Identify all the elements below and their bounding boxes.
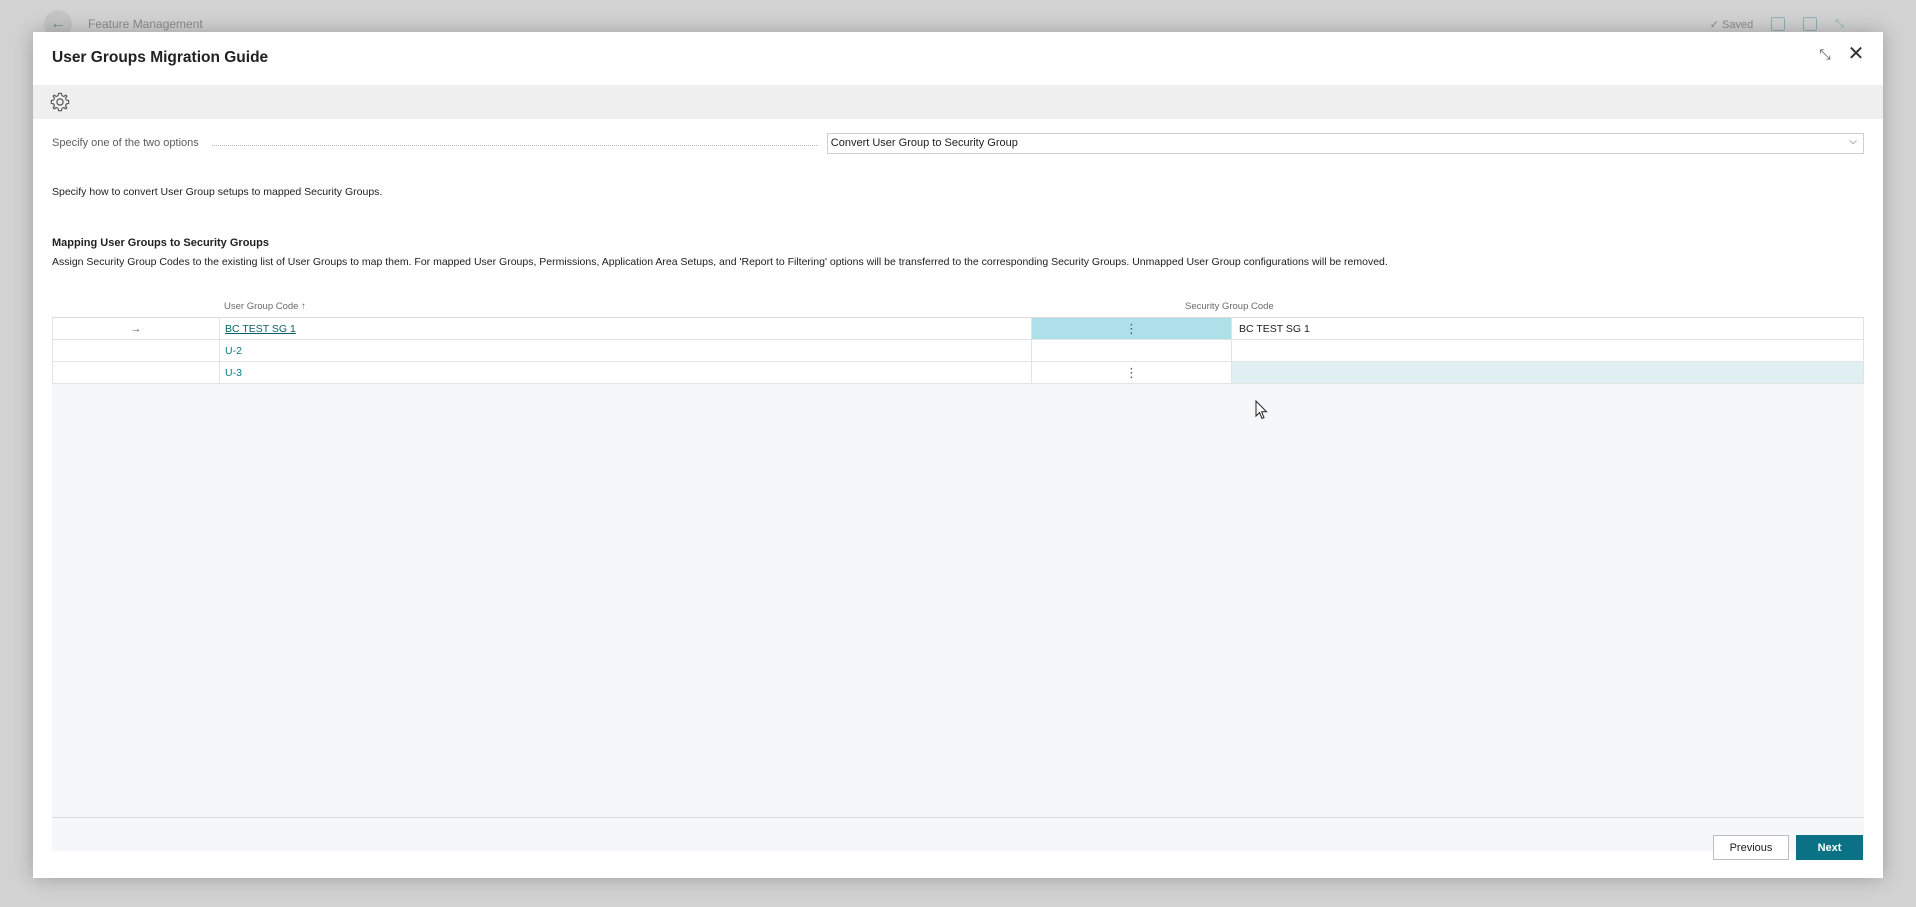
option-description: Specify how to convert User Group setups…	[52, 186, 383, 198]
section-title: Mapping User Groups to Security Groups	[52, 237, 269, 249]
user-group-code-cell[interactable]: BC TEST SG 1	[220, 318, 1032, 339]
chevron-down-icon: ⌵	[1849, 135, 1857, 147]
gear-icon[interactable]	[49, 91, 71, 113]
collapse-icon[interactable]: ⤡	[1817, 46, 1833, 62]
option-label: Specify one of the two options	[52, 137, 817, 149]
security-group-code-cell[interactable]	[1232, 362, 1863, 383]
row-actions-menu-icon[interactable]	[1032, 340, 1232, 361]
security-group-code-cell[interactable]: BC TEST SG 1	[1232, 318, 1863, 339]
close-icon[interactable]: ✕	[1847, 44, 1865, 64]
action-bar	[33, 85, 1883, 119]
mapping-grid: User Group Code ↑ Security Group Code → …	[52, 297, 1864, 851]
row-arrow-icon	[53, 362, 220, 383]
section-description: Assign Security Group Codes to the exist…	[52, 256, 1388, 268]
background-page-title: Feature Management	[88, 17, 203, 31]
row-actions-menu-icon[interactable]: ⋮	[1032, 318, 1232, 339]
saved-status: ✓ Saved	[1709, 18, 1754, 31]
option-select-value: Convert User Group to Security Group	[830, 137, 1018, 149]
column-header-security-group-code[interactable]: Security Group Code	[1185, 301, 1274, 312]
table-row[interactable]: → BC TEST SG 1 ⋮ BC TEST SG 1	[52, 318, 1864, 340]
table-row[interactable]: U-3 ⋮	[52, 362, 1864, 384]
security-group-code-cell[interactable]	[1232, 340, 1863, 361]
row-arrow-icon	[53, 340, 220, 361]
bookmark-icon[interactable]	[1771, 17, 1786, 31]
option-select[interactable]: Convert User Group to Security Group ⌵	[826, 132, 1864, 154]
previous-button[interactable]: Previous	[1713, 835, 1789, 860]
grid-body: → BC TEST SG 1 ⋮ BC TEST SG 1 U-2 U-3 ⋮	[52, 317, 1864, 851]
column-header-user-group-code[interactable]: User Group Code ↑	[224, 301, 306, 312]
migration-guide-dialog: User Groups Migration Guide ⤡ ✕ Specify …	[33, 32, 1883, 878]
user-group-code-cell[interactable]: U-2	[220, 340, 1032, 361]
user-group-code-cell[interactable]: U-3	[220, 362, 1032, 383]
collapse-icon[interactable]: ⤡	[1835, 18, 1844, 31]
grid-header: User Group Code ↑ Security Group Code	[52, 297, 1864, 317]
dialog-title: User Groups Migration Guide	[52, 49, 269, 66]
row-actions-menu-icon[interactable]: ⋮	[1032, 362, 1232, 383]
mouse-cursor-icon	[1255, 400, 1268, 420]
table-row[interactable]: U-2	[52, 340, 1864, 362]
row-arrow-icon: →	[53, 318, 220, 339]
next-button[interactable]: Next	[1796, 835, 1863, 860]
footer-divider	[52, 817, 1864, 818]
open-new-window-icon[interactable]	[1803, 17, 1818, 31]
option-field-row: Specify one of the two options Convert U…	[52, 132, 1864, 154]
